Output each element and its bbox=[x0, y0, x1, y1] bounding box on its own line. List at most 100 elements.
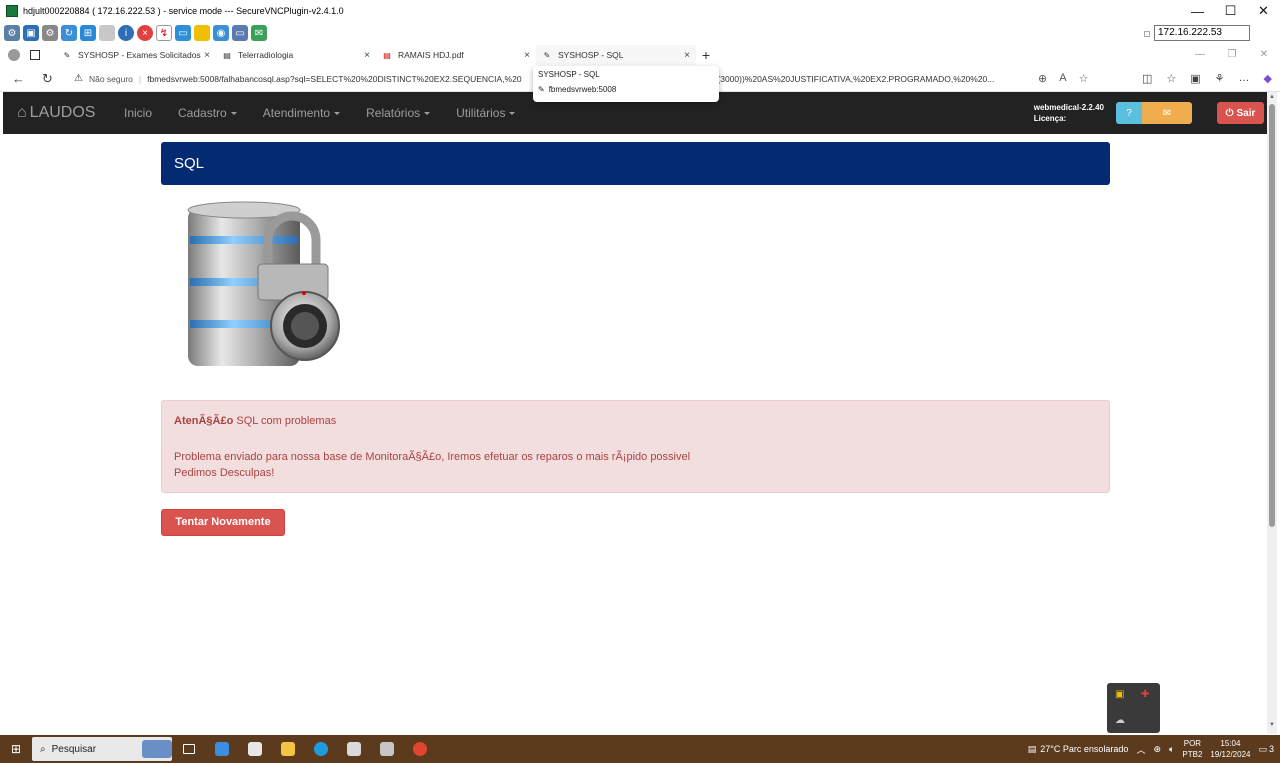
zoom-icon[interactable]: ⊕ bbox=[1038, 72, 1047, 85]
tab-label: SYSHOSP - SQL bbox=[558, 50, 624, 60]
tray-cloud-icon[interactable]: ☁ bbox=[1115, 715, 1125, 726]
language-indicator[interactable]: POR PTB2 bbox=[1182, 738, 1202, 760]
system-tray: ▤ 27°C Parc ensolarado ︿ ⊕ 🔈︎ POR PTB2 1… bbox=[1028, 735, 1280, 763]
vnc-address-field[interactable]: 172.16.222.53 bbox=[1154, 25, 1250, 41]
options-icon[interactable]: ⚙ bbox=[4, 25, 20, 41]
tab-close-icon[interactable]: × bbox=[364, 50, 370, 61]
clock-date: 19/12/2024 bbox=[1210, 750, 1251, 759]
more-menu-icon[interactable]: … bbox=[1239, 72, 1250, 85]
syshosp-icon: ✎ bbox=[63, 50, 71, 60]
alert-heading-text: SQL com problemas bbox=[233, 415, 337, 427]
note-icon[interactable] bbox=[194, 25, 210, 41]
tab-syshosp-sql[interactable]: ✎ SYSHOSP - SQL × bbox=[536, 45, 696, 65]
nav-cadastro[interactable]: Cadastro bbox=[165, 106, 250, 120]
nav-atendimento[interactable]: Atendimento bbox=[250, 106, 353, 120]
version-label: webmedical-2.2.40 bbox=[1033, 103, 1104, 112]
fullscreen-icon[interactable]: ▣ bbox=[23, 25, 39, 41]
camera-icon[interactable]: ◉ bbox=[213, 25, 229, 41]
copilot-icon[interactable]: ◆ bbox=[1264, 72, 1272, 85]
file-transfer-icon[interactable]: ↯ bbox=[156, 25, 172, 41]
page-scrollbar[interactable]: ▲ ▼ bbox=[1267, 92, 1277, 734]
extensions-icon[interactable]: ⚘ bbox=[1215, 72, 1225, 85]
read-aloud-icon[interactable]: A bbox=[1059, 72, 1066, 85]
scroll-up-icon[interactable]: ▲ bbox=[1267, 94, 1277, 104]
chat-icon[interactable]: ✉ bbox=[251, 25, 267, 41]
notification-count: 3 bbox=[1268, 744, 1274, 754]
brand-link[interactable]: ⌂ LAUDOS bbox=[3, 104, 111, 122]
maximize-button[interactable]: ☐ bbox=[1214, 0, 1247, 22]
url-text-tail: AR(3000))%20AS%20JUSTIFICATIVA,%20EX2.PR… bbox=[705, 73, 995, 84]
nav-relatorios[interactable]: Relatórios bbox=[353, 106, 443, 120]
address-dot-icon bbox=[1144, 31, 1150, 37]
profile-icon[interactable] bbox=[8, 49, 20, 61]
caret-down-icon bbox=[424, 111, 431, 115]
minimize-button[interactable]: — bbox=[1181, 0, 1214, 22]
file-explorer-icon[interactable] bbox=[271, 735, 304, 763]
close-button[interactable]: ✕ bbox=[1247, 0, 1280, 22]
retry-button[interactable]: Tentar Novamente bbox=[161, 509, 285, 536]
tray-note-icon[interactable]: ▣ bbox=[1115, 689, 1124, 700]
edge-app-icon[interactable] bbox=[304, 735, 337, 763]
page-title: SQL bbox=[161, 142, 1110, 185]
disconnect-icon[interactable]: × bbox=[137, 25, 153, 41]
browser-close[interactable]: ✕ bbox=[1248, 44, 1280, 66]
notification-button[interactable]: ▭ 3 bbox=[1258, 744, 1274, 755]
back-button[interactable]: ← bbox=[4, 71, 33, 86]
tab-actions-icon[interactable] bbox=[30, 50, 40, 60]
start-button[interactable]: ⊞ bbox=[0, 735, 32, 763]
network-icon[interactable]: ⊕ bbox=[1153, 744, 1161, 755]
favorites-icon[interactable]: ☆ bbox=[1166, 72, 1176, 85]
clock[interactable]: 15:04 19/12/2024 bbox=[1210, 738, 1250, 760]
scroll-thumb[interactable] bbox=[1269, 104, 1275, 527]
tab-ramais[interactable]: ▤ RAMAIS HDJ.pdf × bbox=[376, 45, 536, 65]
weather-text: 27°C Parc ensolarado bbox=[1040, 744, 1129, 754]
volume-icon[interactable]: 🔈︎ bbox=[1169, 744, 1174, 755]
store-app-icon[interactable] bbox=[238, 735, 271, 763]
mail-app-icon[interactable] bbox=[205, 735, 238, 763]
tab-close-icon[interactable]: × bbox=[684, 50, 690, 61]
syshosp-app-icon-2[interactable] bbox=[370, 735, 403, 763]
monitor-icon[interactable]: ▭ bbox=[232, 25, 248, 41]
browser-minimize[interactable]: — bbox=[1184, 44, 1216, 66]
settings-icon[interactable]: ⚙ bbox=[42, 25, 58, 41]
taskbar-search[interactable]: ⌕ Pesquisar bbox=[32, 737, 172, 761]
pdf-icon: ▤ bbox=[383, 50, 391, 60]
browser-restore[interactable]: ❐ bbox=[1216, 44, 1248, 66]
tab-telerradiologia[interactable]: ▤ Telerradiologia × bbox=[216, 45, 376, 65]
split-screen-icon[interactable]: ◫ bbox=[1142, 72, 1152, 85]
favorite-star-icon[interactable]: ☆ bbox=[1079, 72, 1089, 85]
collections-icon[interactable]: ▣ bbox=[1190, 72, 1200, 85]
alert-strong: AtenÃ§Ã£o bbox=[174, 415, 234, 427]
chrome-app-icon[interactable] bbox=[403, 735, 436, 763]
logout-button[interactable]: ⏻ Sair bbox=[1217, 102, 1264, 124]
refresh-icon[interactable]: ↻ bbox=[61, 25, 77, 41]
help-icon: ? bbox=[1126, 107, 1132, 119]
notification-icon: ▭ bbox=[1258, 743, 1267, 754]
new-tab-button[interactable]: + bbox=[696, 47, 716, 63]
screen-icon[interactable]: ▭ bbox=[175, 25, 191, 41]
alert-message: Problema enviado para nossa base de Moni… bbox=[174, 451, 691, 463]
windows-key-icon[interactable]: ⊞ bbox=[80, 25, 96, 41]
nav-inicio[interactable]: Inicio bbox=[111, 106, 165, 120]
caret-down-icon bbox=[230, 111, 237, 115]
ctrl-alt-del-icon[interactable] bbox=[99, 25, 115, 41]
tab-label: Telerradiologia bbox=[238, 50, 294, 60]
task-view-icon[interactable] bbox=[172, 735, 205, 763]
tray-chevron-icon[interactable]: ︿ bbox=[1136, 743, 1145, 756]
floating-tray: ▣ ✚ ☁ bbox=[1107, 683, 1160, 733]
syshosp-app-icon[interactable] bbox=[337, 735, 370, 763]
tooltip-host: fbmedsvrweb:5008 bbox=[548, 85, 617, 94]
syshosp-icon: ✎ bbox=[538, 85, 545, 94]
tab-exames[interactable]: ✎ SYSHOSP - Exames Solicitados × bbox=[56, 45, 216, 65]
tab-close-icon[interactable]: × bbox=[204, 50, 210, 61]
tab-close-icon[interactable]: × bbox=[524, 50, 530, 61]
help-button[interactable]: ? bbox=[1116, 102, 1142, 124]
search-icon: ⌕ bbox=[40, 743, 46, 755]
tray-flag-icon[interactable]: ✚ bbox=[1141, 689, 1149, 700]
reload-button[interactable]: ↻ bbox=[33, 71, 62, 87]
scroll-down-icon[interactable]: ▼ bbox=[1267, 722, 1277, 732]
nav-utilitarios[interactable]: Utilitários bbox=[443, 106, 528, 120]
mail-button[interactable]: ✉ bbox=[1142, 102, 1192, 124]
weather-widget[interactable]: ▤ 27°C Parc ensolarado bbox=[1028, 744, 1129, 755]
info-icon[interactable]: i bbox=[118, 25, 134, 41]
